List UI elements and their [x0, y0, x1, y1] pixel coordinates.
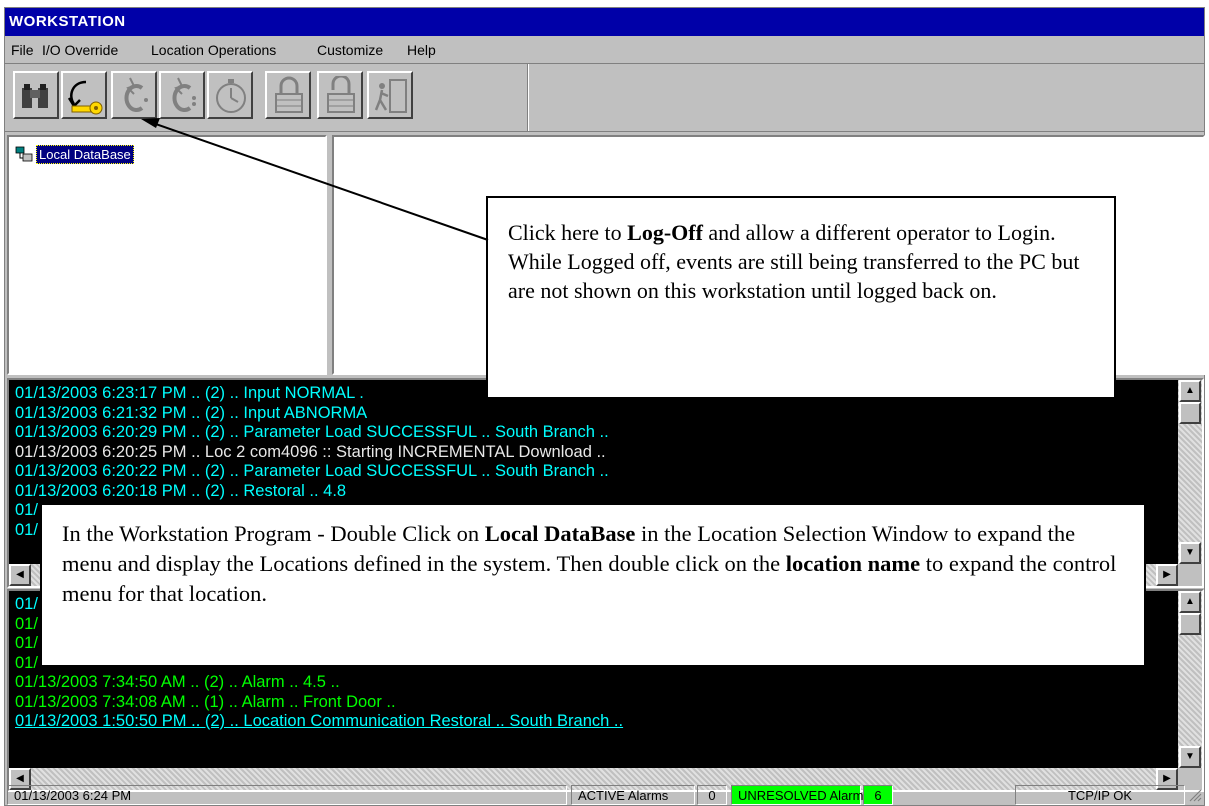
scroll-right-button[interactable]: ▶	[1156, 564, 1178, 586]
menu-io-override[interactable]: I/O Override	[42, 42, 118, 58]
timer-button[interactable]	[207, 71, 253, 119]
event-log-vscroll[interactable]: ▲ ▼	[1178, 380, 1202, 564]
c-lightning-alt-icon	[172, 77, 196, 112]
menu-help[interactable]: Help	[407, 42, 436, 58]
menu-file[interactable]: File	[11, 42, 34, 58]
log-line: 01/13/2003 7:34:08 AM .. (1) .. Alarm ..…	[15, 692, 396, 711]
scroll-left-button[interactable]: ◀	[9, 564, 31, 586]
scroll-thumb[interactable]	[1179, 613, 1201, 635]
status-unresolved-label: UNRESOLVED Alarms	[731, 785, 870, 805]
callout1-bold-1: Log-Off	[627, 220, 703, 245]
exit-door-icon	[374, 79, 407, 113]
c-lightning-icon	[124, 77, 148, 112]
toolbar-separator	[527, 64, 529, 131]
exit-button[interactable]	[367, 71, 413, 119]
callout2-bold-2: location name	[785, 551, 921, 576]
tree-item-label: Local DataBase	[36, 144, 134, 164]
control-button-1[interactable]	[111, 71, 157, 119]
scroll-thumb[interactable]	[1179, 402, 1201, 424]
log-line: 01/13/2003 1:50:50 PM .. (2) .. Location…	[15, 712, 624, 730]
log-line: 01/13/2003 6:20:18 PM .. (2) .. Restoral…	[15, 481, 347, 500]
menu-customize[interactable]: Customize	[317, 42, 383, 58]
scroll-corner	[1178, 564, 1202, 586]
status-bar: 01/13/2003 6:24 PM ACTIVE Alarms 0 UNRES…	[5, 784, 1204, 806]
control-button-2[interactable]	[159, 71, 205, 119]
binoculars-icon	[22, 84, 48, 108]
log-line: 01/13/2003 6:20:22 PM .. (2) .. Paramete…	[15, 462, 609, 480]
title-bar: WORKSTATION	[5, 8, 1204, 36]
logoff-button[interactable]	[61, 71, 107, 119]
scroll-down-button[interactable]: ▼	[1179, 542, 1201, 564]
lock-icon	[275, 76, 303, 113]
log-line: 01/13/2003 7:34:50 AM .. (2) .. Alarm ..…	[15, 673, 340, 691]
instruction-callout: In the Workstation Program - Double Clic…	[40, 503, 1146, 667]
menu-bar: File I/O Override Location Operations Cu…	[5, 37, 1204, 61]
key-logoff-icon	[67, 80, 103, 115]
status-connection: TCP/IP OK	[1015, 785, 1185, 805]
scroll-down-button[interactable]: ▼	[1179, 746, 1201, 768]
lock-button[interactable]	[265, 71, 311, 119]
log-line: 01/13/2003 6:20:29 PM .. (2) .. Paramete…	[15, 423, 609, 441]
alarm-log-vscroll[interactable]: ▲ ▼	[1178, 591, 1202, 768]
workstation-window: WORKSTATION File I/O Override Location O…	[4, 7, 1205, 806]
logoff-callout: Click here to Log-Off and allow a differ…	[486, 196, 1116, 399]
status-active-label: ACTIVE Alarms	[571, 785, 695, 805]
log-line: 01/13/2003 6:20:25 PM .. Loc 2 com4096 :…	[15, 442, 606, 461]
unlock-icon	[327, 76, 355, 113]
scroll-up-button[interactable]: ▲	[1179, 380, 1201, 402]
menu-location-operations[interactable]: Location Operations	[151, 42, 276, 58]
location-tree[interactable]: Local DataBase	[7, 135, 327, 375]
resize-grip-icon[interactable]	[1188, 788, 1202, 802]
status-unresolved-count: 6	[863, 785, 893, 805]
callout2-bold-1: Local DataBase	[484, 521, 636, 546]
search-button[interactable]	[13, 71, 59, 119]
window-title: WORKSTATION	[9, 13, 126, 30]
stopwatch-icon	[216, 79, 246, 113]
unlock-button[interactable]	[317, 71, 363, 119]
status-active-count: 0	[697, 785, 727, 805]
tree-item-local-database[interactable]: Local DataBase	[15, 144, 134, 164]
status-datetime: 01/13/2003 6:24 PM	[7, 785, 567, 805]
callout2-text-1: In the Workstation Program - Double Clic…	[62, 521, 485, 546]
callout1-text-1: Click here to	[508, 220, 628, 245]
toolbar	[5, 63, 1204, 132]
database-network-icon	[15, 146, 33, 162]
status-spacer	[897, 785, 1023, 805]
scroll-up-button[interactable]: ▲	[1179, 591, 1201, 613]
log-line: 01/13/2003 6:21:32 PM .. (2) .. Input AB…	[15, 403, 368, 422]
